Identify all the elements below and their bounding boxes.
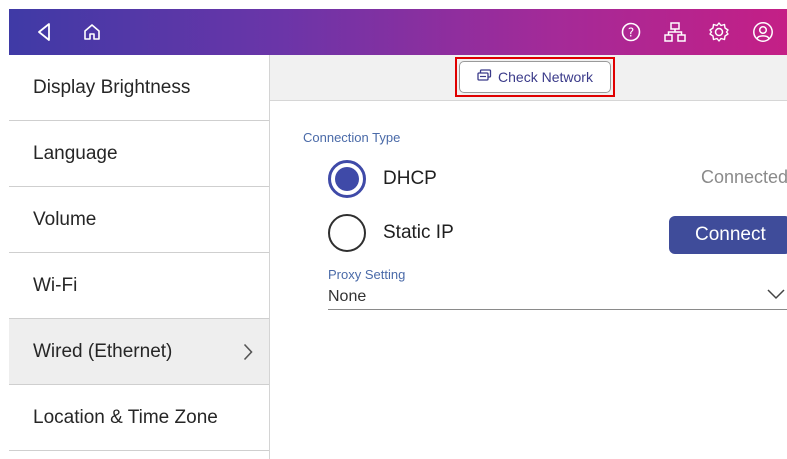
radio-selected-icon xyxy=(328,160,366,198)
svg-text:?: ? xyxy=(628,26,634,40)
sidebar-item-label: Location & Time Zone xyxy=(33,406,218,428)
chevron-right-icon xyxy=(243,319,253,384)
connect-button[interactable]: Connect xyxy=(669,216,787,254)
network-icon[interactable] xyxy=(662,9,688,55)
chevron-down-icon xyxy=(767,287,785,305)
sidebar-item-label: Language xyxy=(33,142,118,164)
proxy-setting-label: Proxy Setting xyxy=(328,267,406,282)
proxy-setting-dropdown[interactable]: None xyxy=(328,285,787,310)
radio-label-dhcp: DHCP xyxy=(383,168,437,189)
account-icon[interactable] xyxy=(750,9,776,55)
check-network-label: Check Network xyxy=(498,69,593,85)
help-icon[interactable]: ? xyxy=(618,9,644,55)
sidebar-item-wifi[interactable]: Wi-Fi xyxy=(9,253,269,319)
sidebar-item-label: Wi-Fi xyxy=(33,274,78,296)
connection-type-label: Connection Type xyxy=(303,130,401,145)
home-icon[interactable] xyxy=(79,9,105,55)
sidebar-item-label: Wired (Ethernet) xyxy=(33,340,173,362)
radio-dhcp[interactable]: DHCP xyxy=(328,160,437,198)
check-network-icon xyxy=(477,69,492,85)
sidebar-item-display-brightness[interactable]: Display Brightness xyxy=(9,55,269,121)
settings-sidebar: Display Brightness Language Volume Wi-Fi… xyxy=(9,55,270,459)
proxy-setting-value: None xyxy=(328,288,367,305)
check-network-button[interactable]: Check Network xyxy=(459,61,611,93)
radio-unselected-icon xyxy=(328,214,366,252)
sidebar-item-location-time-zone[interactable]: Location & Time Zone xyxy=(9,385,269,451)
back-icon[interactable] xyxy=(31,9,57,55)
radio-static-ip[interactable]: Static IP xyxy=(328,214,454,252)
top-bar: ? xyxy=(9,9,787,55)
radio-label-static-ip: Static IP xyxy=(383,222,454,243)
settings-icon[interactable] xyxy=(706,9,732,55)
sidebar-item-label: Volume xyxy=(33,208,97,230)
panel-header: Check Network xyxy=(270,55,787,101)
sidebar-item-label: Display Brightness xyxy=(33,76,191,98)
ethernet-settings-panel: Check Network Connection Type DHCP Conne… xyxy=(270,55,787,459)
sidebar-item-volume[interactable]: Volume xyxy=(9,187,269,253)
sidebar-item-wired-ethernet[interactable]: Wired (Ethernet) xyxy=(9,319,269,385)
connection-status: Connected xyxy=(701,167,787,187)
sidebar-item-language[interactable]: Language xyxy=(9,121,269,187)
